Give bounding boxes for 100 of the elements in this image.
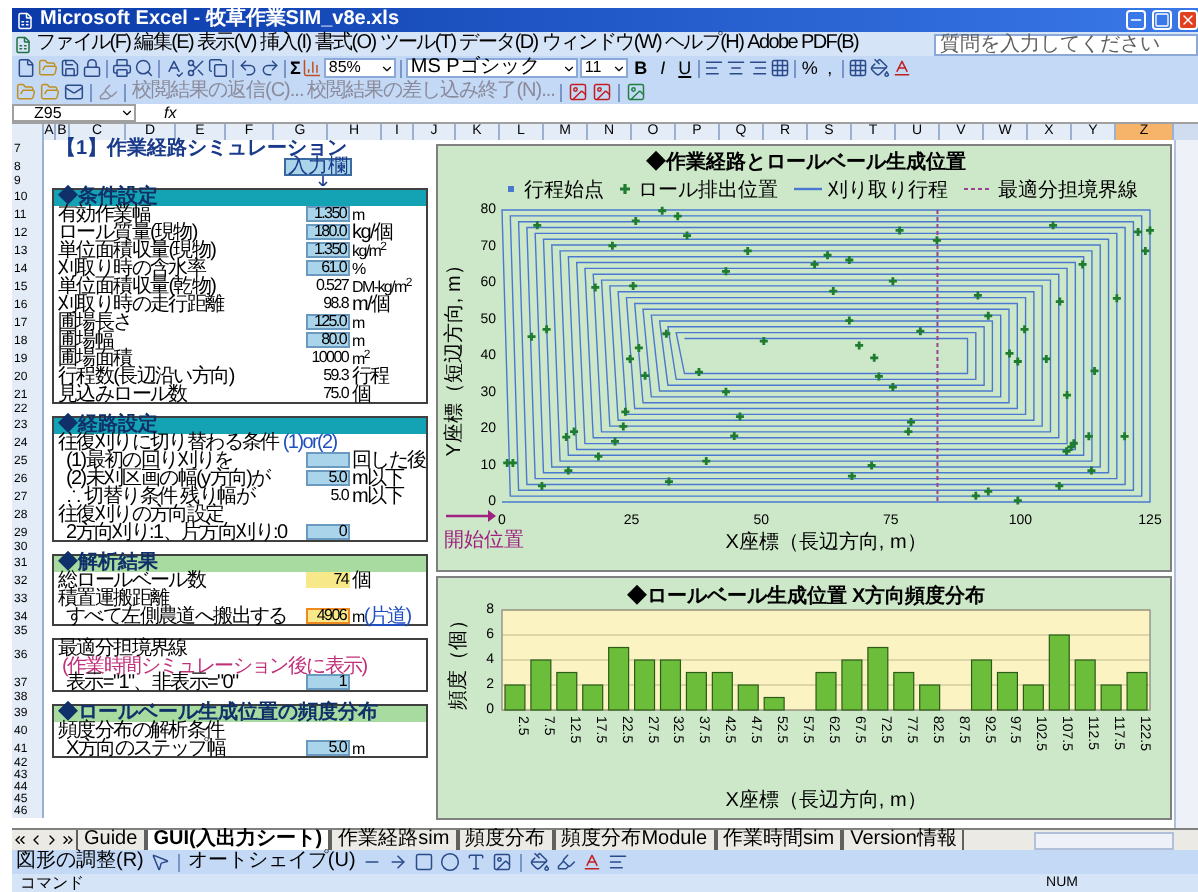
previous-sheet-icon[interactable] — [28, 832, 44, 848]
value-cell-text: 59.3 — [321, 368, 350, 384]
horizontal-scrollbar[interactable] — [1034, 831, 1174, 849]
input-cell[interactable]: 5.0 — [306, 740, 350, 756]
printer-icon[interactable] — [112, 58, 132, 78]
first-sheet-icon[interactable] — [12, 832, 28, 848]
histogram-bar — [711, 671, 733, 711]
sheet-tab[interactable]: Guide — [76, 829, 146, 851]
row-label: 積置運搬距離 — [58, 590, 169, 608]
draw-menu-button[interactable]: 図形の調整(R) — [16, 852, 144, 872]
line-style-icon[interactable] — [607, 852, 628, 872]
chart-title: ◆ロールベール生成位置 X方向頻度分布 — [626, 586, 986, 608]
font-size-dropdown[interactable]: 11 — [580, 58, 629, 78]
undo-icon[interactable] — [238, 58, 258, 78]
legend-line-icon — [794, 187, 822, 191]
input-cell[interactable]: 1.350 — [306, 242, 350, 258]
sheet-tab[interactable]: GUI(入出力シート) — [145, 829, 331, 851]
vertical-scrollbar[interactable] — [1174, 140, 1198, 828]
caret-icon — [562, 61, 577, 75]
font-color-icon[interactable] — [892, 58, 913, 78]
input-cell[interactable] — [306, 452, 350, 468]
number-format-button[interactable]: % — [800, 59, 819, 77]
sheet-tab[interactable]: 作業経路sim — [330, 829, 458, 851]
rectangle-icon[interactable] — [413, 852, 434, 872]
histogram-bar — [659, 659, 682, 711]
input-cell[interactable]: 125.0 — [306, 314, 350, 330]
new-file-icon[interactable] — [16, 58, 36, 78]
input-cell[interactable]: 180.0 — [306, 224, 350, 240]
format-button[interactable]: I — [652, 59, 673, 77]
row-label: X方向のステップ幅 — [66, 740, 225, 758]
align-right-icon[interactable] — [748, 58, 769, 78]
menu-item[interactable]: ヘルプ(H) — [665, 34, 744, 54]
format-button[interactable]: U — [674, 59, 695, 77]
maximize-icon[interactable] — [1152, 10, 1172, 30]
format-button[interactable]: B — [630, 59, 651, 77]
menu-item[interactable]: 挿入(I) — [259, 34, 311, 54]
histogram-bar — [1126, 671, 1148, 711]
unit-label: kg/個 — [352, 223, 393, 241]
unit-label: m — [352, 205, 364, 223]
copy-icon[interactable] — [208, 58, 228, 78]
borders-icon[interactable] — [848, 58, 869, 78]
fill-color-icon[interactable] — [870, 58, 891, 78]
align-left-icon[interactable] — [704, 58, 725, 78]
last-sheet-icon[interactable] — [60, 832, 76, 848]
next-sheet-icon[interactable] — [44, 832, 60, 848]
menu-item[interactable]: 書式(O) — [314, 34, 376, 54]
row-label: 表示="1"、非表示="0" — [66, 674, 238, 692]
pointer-icon[interactable] — [149, 852, 170, 872]
font-dropdown[interactable]: MS Pゴシック — [406, 58, 579, 78]
menu-item[interactable]: 表示(V) — [197, 34, 256, 54]
spellcheck-icon[interactable] — [164, 58, 184, 78]
oval-icon[interactable] — [439, 852, 460, 872]
chart-title: ◆作業経路とロールベール生成位置 — [646, 152, 966, 174]
mail-icon[interactable] — [64, 82, 84, 102]
name-box[interactable]: Z95 — [12, 104, 136, 122]
align-center-icon[interactable] — [726, 58, 747, 78]
unit-label: DM-kg/m$^{2}$ — [352, 277, 411, 295]
menu-item[interactable]: ツール(T) — [379, 34, 456, 54]
row-label: 有効作業幅 — [58, 206, 151, 224]
minimize-icon[interactable] — [1126, 10, 1146, 30]
number-format-button[interactable]: , — [820, 59, 839, 77]
menu-item[interactable]: ファイル(F) — [36, 34, 131, 54]
legend-label: 刈り取り行程 — [828, 180, 948, 202]
close-icon[interactable] — [1178, 10, 1198, 30]
menu-item[interactable]: 編集(E) — [134, 34, 194, 54]
input-cell[interactable]: 5.0 — [306, 470, 350, 486]
zoom-dropdown[interactable]: 85% — [324, 58, 397, 78]
menu-item[interactable]: データ(D) — [459, 34, 538, 54]
input-cell[interactable]: 61.0 — [306, 260, 350, 276]
sheet-tab[interactable]: 頻度分布 — [457, 829, 554, 851]
input-cell[interactable]: 0 — [306, 524, 350, 540]
input-cell[interactable]: 1 — [306, 674, 350, 690]
row-label: 見込みロール数 — [58, 386, 187, 404]
menu-item[interactable]: Adobe PDF(B) — [747, 34, 859, 54]
sheet-tab[interactable]: 作業時間sim — [715, 829, 843, 851]
sheet-icon[interactable] — [14, 35, 32, 53]
autosum-button[interactable]: Σ — [290, 59, 301, 77]
caret-icon — [612, 61, 627, 75]
autoshape-menu-button[interactable]: オートシェイプ(U) — [187, 852, 356, 872]
fill-color-icon[interactable] — [529, 852, 550, 872]
text-box-icon[interactable] — [465, 852, 486, 872]
row-label: 圃場面積 — [58, 350, 132, 368]
unit-label: m以下 — [352, 487, 404, 505]
picture-icon[interactable] — [491, 852, 512, 872]
redo-icon[interactable] — [260, 58, 280, 78]
help-search-field[interactable]: 質問を入力してください — [934, 33, 1198, 55]
menu-item[interactable]: ウィンドウ(W) — [541, 34, 662, 54]
unit-label: m — [352, 739, 364, 757]
picture-icon[interactable] — [626, 82, 647, 102]
sheet-tab[interactable]: Version情報 — [842, 829, 965, 851]
input-cell[interactable]: 1.350 — [306, 206, 350, 222]
scissors-icon[interactable] — [186, 58, 206, 78]
sheet-tab[interactable]: 頻度分布Module — [553, 829, 716, 851]
caret-icon — [120, 106, 134, 120]
lock-icon[interactable] — [82, 58, 102, 78]
save-icon[interactable] — [60, 58, 80, 78]
header-corner — [1174, 124, 1198, 140]
arrow-icon[interactable] — [387, 852, 408, 872]
font-color-icon[interactable] — [581, 852, 602, 872]
input-cell[interactable]: 80.0 — [306, 332, 350, 348]
